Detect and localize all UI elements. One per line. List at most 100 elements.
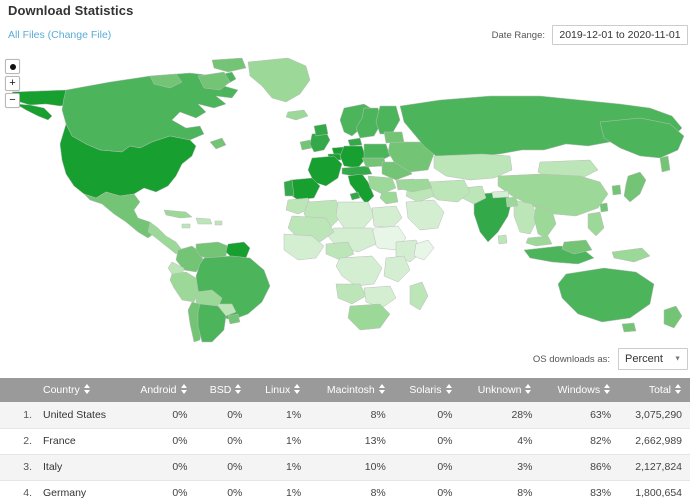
sort-icon-bsd[interactable]	[235, 384, 242, 394]
cell-country: Italy	[36, 454, 125, 481]
cell-windows: 63%	[540, 402, 620, 429]
sort-icon-total[interactable]	[675, 384, 682, 394]
cell-bsd: 0%	[195, 402, 251, 429]
os-downloads-select[interactable]: Percent Number	[618, 348, 688, 370]
country-sri-lanka	[497, 234, 508, 245]
sort-icon-solaris[interactable]	[445, 384, 453, 394]
column-label-country: Country	[43, 384, 80, 396]
circle-icon	[9, 63, 16, 70]
cell-unknown: 4%	[460, 428, 541, 455]
cell-country: United States	[36, 402, 125, 429]
column-header-country[interactable]: Country	[36, 378, 125, 402]
column-label-android: Android	[140, 384, 177, 396]
cell-windows: 86%	[540, 454, 620, 481]
country-nepal	[491, 190, 510, 199]
column-header-unknown[interactable]: Unknown	[460, 378, 541, 402]
download-statistics-page: Download Statistics All Files (Change Fi…	[0, 0, 690, 501]
column-header-windows[interactable]: Windows	[540, 378, 620, 402]
column-header-solaris[interactable]: Solaris	[393, 378, 461, 402]
table-header-row: Country Android BSD Linux Macintosh Sola…	[0, 378, 690, 402]
island-sakhalin	[659, 155, 671, 173]
map-controls[interactable]: + −	[5, 59, 20, 108]
column-label-linux: Linux	[265, 384, 291, 396]
sort-icon-unknown[interactable]	[525, 384, 532, 394]
cell-windows: 83%	[540, 480, 620, 501]
cell-macintosh: 8%	[309, 402, 394, 429]
country-ireland	[299, 139, 313, 151]
os-downloads-select-shell: Percent Number ▼	[618, 348, 688, 370]
cell-unknown: 28%	[460, 402, 541, 429]
column-label-unknown: Unknown	[477, 384, 522, 396]
table-row[interactable]: 2. France 0% 0% 1% 13% 0% 4% 82% 2,662,9…	[0, 428, 690, 455]
world-map[interactable]: + −	[0, 46, 690, 344]
cell-bsd: 0%	[195, 480, 251, 501]
cell-solaris: 0%	[393, 454, 461, 481]
cell-unknown: 8%	[460, 480, 541, 501]
table-row[interactable]: 1. United States 0% 0% 1% 8% 0% 28% 63% …	[0, 402, 690, 429]
cell-solaris: 0%	[393, 480, 461, 501]
cell-linux: 1%	[250, 480, 310, 501]
cell-rank: 3.	[0, 454, 36, 481]
column-header-bsd[interactable]: BSD	[195, 378, 251, 402]
cell-macintosh: 8%	[309, 480, 394, 501]
sort-icon-android[interactable]	[180, 384, 188, 394]
cell-android: 0%	[124, 402, 196, 429]
map-zoom-out-button[interactable]: −	[5, 93, 20, 108]
table-row[interactable]: 4. Germany 0% 0% 1% 8% 0% 8% 83% 1,800,6…	[0, 480, 690, 501]
island-jamaica	[181, 223, 191, 229]
country-bangladesh	[505, 196, 519, 208]
column-header-linux[interactable]: Linux	[250, 378, 310, 402]
column-header-total[interactable]: Total	[619, 378, 690, 402]
sort-icon-country[interactable]	[83, 384, 91, 394]
sort-icon-macintosh[interactable]	[378, 384, 386, 394]
map-zoom-in-button[interactable]: +	[5, 76, 20, 91]
country-south-korea	[611, 184, 622, 196]
column-header-android[interactable]: Android	[124, 378, 196, 402]
country-guyana-suriname	[225, 241, 251, 259]
cell-total: 1,800,654	[619, 480, 690, 501]
country-taiwan	[599, 202, 609, 213]
table-header: Country Android BSD Linux Macintosh Sola…	[0, 378, 690, 402]
all-files-change-file-link[interactable]: All Files (Change File)	[8, 29, 111, 41]
island-puerto-rico	[214, 220, 223, 226]
column-header-rank	[0, 378, 36, 402]
country-uruguay	[227, 313, 241, 325]
cell-macintosh: 10%	[309, 454, 394, 481]
cell-bsd: 0%	[195, 454, 251, 481]
cell-solaris: 0%	[393, 402, 461, 429]
cell-solaris: 0%	[393, 428, 461, 455]
sort-icon-windows[interactable]	[604, 384, 611, 394]
country-portugal	[283, 179, 295, 197]
column-label-total: Total	[648, 384, 671, 396]
table-row[interactable]: 3. Italy 0% 0% 1% 10% 0% 3% 86% 2,127,82…	[0, 454, 690, 481]
cell-android: 0%	[124, 454, 196, 481]
os-downloads-control: OS downloads as: Percent Number ▼	[533, 348, 688, 370]
column-label-windows: Windows	[557, 384, 601, 396]
cell-linux: 1%	[250, 454, 310, 481]
cell-windows: 82%	[540, 428, 620, 455]
cell-macintosh: 13%	[309, 428, 394, 455]
date-range-input[interactable]	[552, 25, 688, 45]
cell-android: 0%	[124, 428, 196, 455]
cell-linux: 1%	[250, 402, 310, 429]
cell-country: France	[36, 428, 125, 455]
sort-icon-linux[interactable]	[294, 384, 301, 394]
download-stats-table: Country Android BSD Linux Macintosh Sola…	[0, 378, 690, 501]
cell-linux: 1%	[250, 428, 310, 455]
cell-android: 0%	[124, 480, 196, 501]
cell-unknown: 3%	[460, 454, 541, 481]
country-baltics	[383, 131, 405, 144]
cell-rank: 1.	[0, 402, 36, 429]
column-header-macintosh[interactable]: Macintosh	[309, 378, 394, 402]
island-uk-scotland	[313, 123, 329, 137]
page-title: Download Statistics	[8, 3, 134, 18]
date-range-label: Date Range:	[491, 29, 545, 41]
cell-rank: 2.	[0, 428, 36, 455]
cell-total: 3,075,290	[619, 402, 690, 429]
cell-bsd: 0%	[195, 428, 251, 455]
map-reset-view-button[interactable]	[5, 59, 20, 74]
world-map-svg[interactable]	[0, 46, 690, 344]
column-label-macintosh: Macintosh	[326, 384, 375, 396]
column-label-bsd: BSD	[209, 384, 232, 396]
table-body: 1. United States 0% 0% 1% 8% 0% 28% 63% …	[0, 402, 690, 501]
